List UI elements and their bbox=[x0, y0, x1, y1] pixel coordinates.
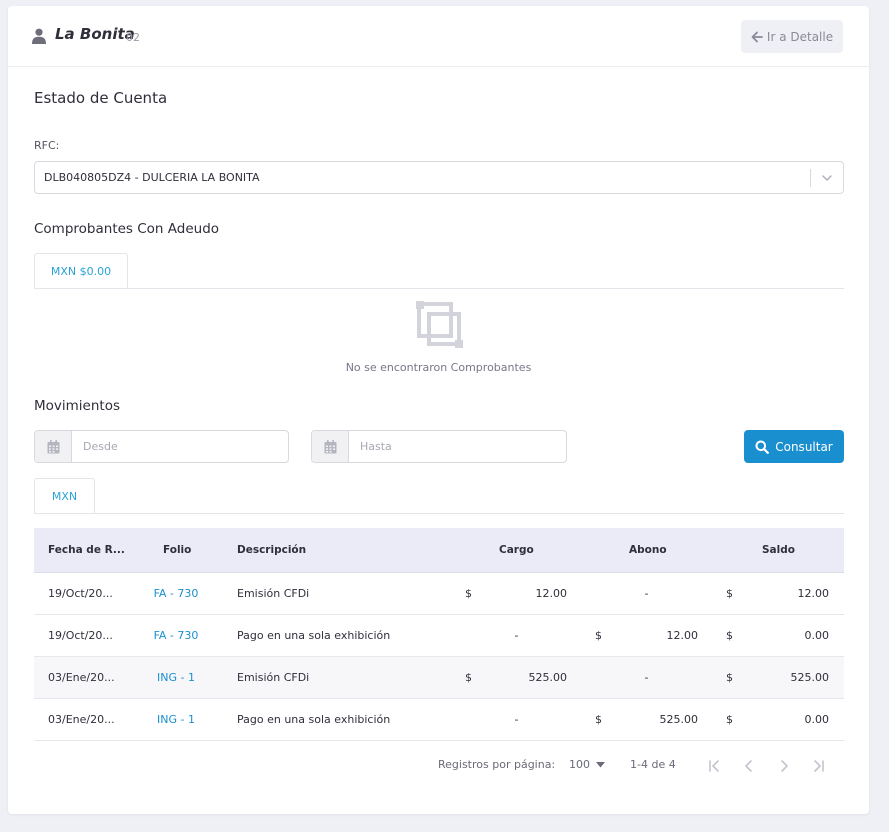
prev-page-button[interactable] bbox=[741, 758, 757, 774]
select-separator bbox=[810, 169, 811, 187]
cell-saldo: 0.00 bbox=[804, 713, 830, 726]
folio-link[interactable]: ING - 1 bbox=[152, 657, 200, 698]
cell-descripcion: Emisión CFDi bbox=[237, 671, 310, 684]
cell-cargo-currency: $ bbox=[465, 671, 472, 684]
movimientos-section-title: Movimientos bbox=[34, 398, 120, 414]
cell-saldo-currency: $ bbox=[726, 671, 733, 684]
last-page-button[interactable] bbox=[811, 758, 827, 774]
cell-saldo: 0.00 bbox=[804, 629, 830, 642]
cell-descripcion: Pago en una sola exhibición bbox=[237, 713, 391, 726]
client-number: 02 bbox=[126, 31, 140, 44]
cell-fecha: 19/Oct/20... bbox=[48, 587, 113, 600]
calendar-icon bbox=[47, 439, 59, 453]
rows-per-page-select[interactable]: 100 bbox=[569, 758, 605, 771]
column-header-abono[interactable]: Abono bbox=[629, 528, 667, 572]
adeudo-section-title: Comprobantes Con Adeudo bbox=[34, 221, 220, 237]
consultar-label: Consultar bbox=[775, 439, 833, 454]
cell-fecha: 19/Oct/20... bbox=[48, 629, 113, 642]
rfc-label: RFC: bbox=[34, 139, 60, 152]
cell-abono: 12.00 bbox=[666, 629, 699, 642]
cell-descripcion: Emisión CFDi bbox=[237, 587, 310, 600]
hasta-calendar-button[interactable] bbox=[312, 431, 349, 462]
cell-saldo: 525.00 bbox=[790, 671, 830, 684]
cell-fecha: 03/Ene/20... bbox=[48, 713, 115, 726]
hasta-input[interactable] bbox=[349, 431, 566, 462]
cell-saldo-currency: $ bbox=[726, 587, 733, 600]
cell-cargo: 525.00 bbox=[528, 671, 568, 684]
desde-date-picker[interactable] bbox=[34, 430, 289, 463]
go-to-detail-label: Ir a Detalle bbox=[766, 29, 834, 44]
cell-saldo-currency: $ bbox=[726, 713, 733, 726]
column-header-fecha[interactable]: Fecha de R... bbox=[48, 528, 125, 572]
tab-adeudo-mxn[interactable]: MXN $0.00 bbox=[34, 253, 128, 288]
cell-abono: - bbox=[644, 671, 649, 684]
client-name: La Bonita bbox=[55, 25, 135, 43]
next-page-icon bbox=[781, 760, 788, 772]
cell-cargo: 12.00 bbox=[535, 587, 568, 600]
folio-link[interactable]: ING - 1 bbox=[152, 699, 200, 740]
calendar-icon bbox=[324, 439, 336, 453]
pagination-range: 1-4 de 4 bbox=[630, 758, 676, 771]
tab-divider bbox=[34, 288, 844, 289]
chevron-down-icon[interactable] bbox=[821, 172, 833, 184]
rfc-select[interactable]: DLB040805DZ4 - DULCERIA LA BONITA bbox=[34, 161, 844, 194]
tab-divider bbox=[34, 513, 844, 514]
column-header-descripcion[interactable]: Descripción bbox=[237, 528, 306, 572]
rows-per-page-value: 100 bbox=[569, 758, 590, 771]
arrow-left-icon bbox=[751, 31, 763, 42]
cell-fecha: 03/Ene/20... bbox=[48, 671, 115, 684]
desde-input[interactable] bbox=[72, 431, 288, 462]
cell-saldo-currency: $ bbox=[726, 629, 733, 642]
account-statement-card: La Bonita 02 Ir a Detalle Estado de Cuen… bbox=[8, 6, 869, 814]
tab-movimientos-mxn[interactable]: MXN bbox=[34, 478, 95, 513]
cell-abono-currency: $ bbox=[595, 629, 602, 642]
hasta-date-picker[interactable] bbox=[311, 430, 567, 463]
table-row: 19/Oct/20... FA - 730 Emisión CFDi $ 12.… bbox=[34, 573, 844, 615]
table-row: 03/Ene/20... ING - 1 Pago en una sola ex… bbox=[34, 699, 844, 741]
rows-per-page-label: Registros por página: bbox=[438, 758, 556, 771]
user-icon bbox=[32, 28, 46, 44]
table-header: Fecha de R... Folio Descripción Cargo Ab… bbox=[34, 528, 844, 573]
cell-descripcion: Pago en una sola exhibición bbox=[237, 629, 391, 642]
movements-table: Fecha de R... Folio Descripción Cargo Ab… bbox=[34, 528, 844, 741]
column-header-saldo[interactable]: Saldo bbox=[762, 528, 795, 572]
cell-saldo: 12.00 bbox=[797, 587, 830, 600]
cell-cargo-currency: $ bbox=[465, 587, 472, 600]
page-title: Estado de Cuenta bbox=[34, 89, 168, 107]
consultar-button[interactable]: Consultar bbox=[744, 430, 844, 463]
cell-abono-currency: $ bbox=[595, 713, 602, 726]
cell-abono: 525.00 bbox=[659, 713, 699, 726]
search-icon bbox=[755, 440, 770, 454]
cell-cargo: - bbox=[514, 629, 519, 642]
go-to-detail-button[interactable]: Ir a Detalle bbox=[741, 20, 843, 53]
empty-message: No se encontraron Comprobantes bbox=[345, 361, 532, 374]
desde-calendar-button[interactable] bbox=[35, 431, 72, 462]
first-page-button[interactable] bbox=[706, 758, 722, 774]
cell-cargo: - bbox=[514, 713, 519, 726]
next-page-button[interactable] bbox=[776, 758, 792, 774]
rfc-selected-value: DLB040805DZ4 - DULCERIA LA BONITA bbox=[44, 171, 260, 184]
folio-link[interactable]: FA - 730 bbox=[152, 573, 200, 614]
folio-link[interactable]: FA - 730 bbox=[152, 615, 200, 656]
column-header-cargo[interactable]: Cargo bbox=[499, 528, 534, 572]
table-row: 19/Oct/20... FA - 730 Pago en una sola e… bbox=[34, 615, 844, 657]
last-page-icon bbox=[814, 760, 824, 772]
client-header: La Bonita 02 Ir a Detalle bbox=[8, 6, 869, 67]
caret-down-icon bbox=[596, 761, 605, 767]
table-row: 03/Ene/20... ING - 1 Emisión CFDi $ 525.… bbox=[34, 657, 844, 699]
column-header-folio[interactable]: Folio bbox=[163, 528, 191, 572]
empty-box-icon bbox=[416, 301, 463, 348]
first-page-icon bbox=[709, 760, 719, 772]
prev-page-icon bbox=[745, 760, 752, 772]
cell-abono: - bbox=[644, 587, 649, 600]
